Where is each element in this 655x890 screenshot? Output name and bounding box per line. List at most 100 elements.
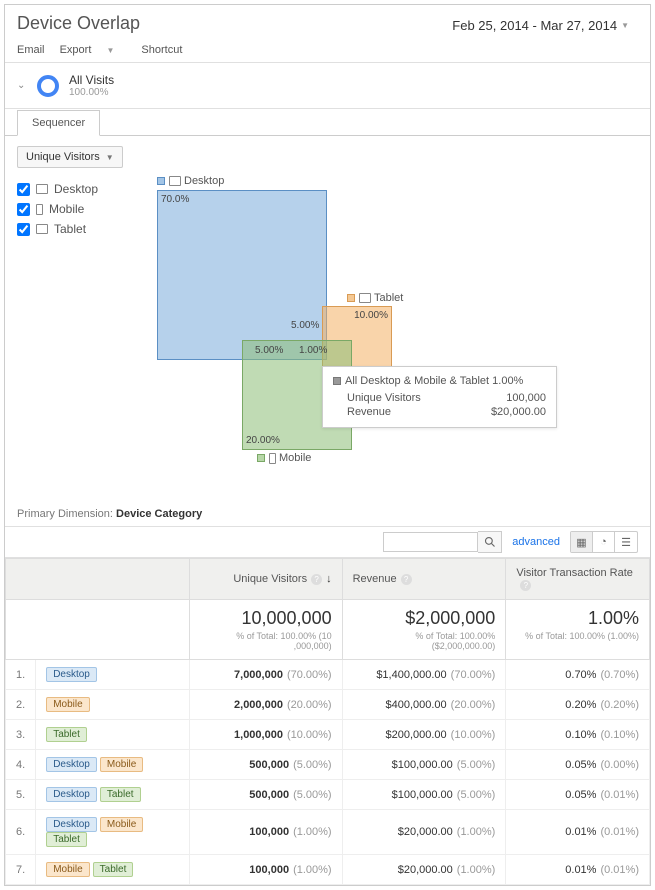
device-badge: Desktop [46,667,97,682]
help-icon[interactable]: ? [311,574,322,585]
sum-visitors-sub: % of Total: 100.00% (10 ,000,000) [200,631,331,651]
revenue-cell: $200,000.00(10.00%) [342,720,506,750]
desktop-icon [169,176,181,186]
segment-row: ⌄ All Visits 100.00% [5,63,650,109]
device-badge: Mobile [100,757,143,772]
device-badge: Mobile [100,817,143,832]
device-badge: Desktop [46,757,97,772]
legend-desktop[interactable]: Desktop [17,182,137,196]
segment-title: All Visits [69,73,114,87]
row-index: 3. [6,720,36,750]
device-badge: Mobile [46,862,89,877]
search-button[interactable] [478,531,502,553]
row-index: 2. [6,690,36,720]
visitors-cell: 2,000,000(20.00%) [190,690,342,720]
mobile-icon [36,204,43,215]
rate-cell: 0.01%(0.01%) [506,810,650,855]
venn-tooltip: All Desktop & Mobile & Tablet 1.00% Uniq… [322,366,557,428]
date-range-picker[interactable]: Feb 25, 2014 - Mar 27, 2014 ▼ [443,13,638,38]
legend-mobile[interactable]: Mobile [17,202,137,216]
overlap-dt-m-pct: 5.00% [255,345,283,356]
row-index: 6. [6,810,36,855]
view-pie-button[interactable]: ◔ [593,532,615,552]
desktop-icon [36,184,48,194]
shortcut-link[interactable]: Shortcut [141,44,182,56]
rate-cell: 0.05%(0.00%) [506,750,650,780]
overlap-all-pct: 1.00% [299,345,327,356]
tablet-box-label: Tablet [347,292,403,304]
rate-cell: 0.70%(0.70%) [506,660,650,690]
legend-mobile-checkbox[interactable] [17,203,30,216]
visitors-cell: 7,000,000(70.00%) [190,660,342,690]
col-unique-visitors[interactable]: Unique Visitors?↓ [190,559,342,600]
device-badge: Tablet [46,832,87,847]
square-icon [157,177,165,185]
col-revenue[interactable]: Revenue? [342,559,506,600]
row-index: 7. [6,855,36,885]
device-badge: Mobile [46,697,89,712]
tablet-pct: 10.00% [354,310,388,321]
tooltip-uv-value: 100,000 [506,392,546,404]
category-cell[interactable]: Tablet [36,720,190,750]
category-cell[interactable]: Mobile Tablet [36,855,190,885]
table-row: 7.MobileTablet100,000(1.00%)$20,000.00(1… [6,855,650,885]
visitors-cell: 500,000(5.00%) [190,750,342,780]
rate-cell: 0.01%(0.01%) [506,855,650,885]
mobile-box-label: Mobile [257,452,311,464]
metric-dropdown[interactable]: Unique Visitors ▼ [17,146,123,168]
view-toggle: ▦ ◔ ☰ [570,531,638,553]
row-index: 1. [6,660,36,690]
sum-revenue-sub: % of Total: 100.00% ($2,000,000.00) [353,631,496,651]
tooltip-uv-label: Unique Visitors [347,392,421,404]
row-index: 5. [6,780,36,810]
primary-dimension: Primary Dimension: Device Category [5,488,650,526]
tablet-icon [36,224,48,234]
search-input[interactable] [383,532,478,552]
view-list-button[interactable]: ☰ [615,532,637,552]
segment-percent: 100.00% [69,87,114,98]
category-cell[interactable]: Desktop [36,660,190,690]
table-row: 6.DesktopMobileTablet100,000(1.00%)$20,0… [6,810,650,855]
visitors-cell: 500,000(5.00%) [190,780,342,810]
visitors-cell: 100,000(1.00%) [190,810,342,855]
tooltip-rev-label: Revenue [347,406,391,418]
legend-tablet-checkbox[interactable] [17,223,30,236]
advanced-link[interactable]: advanced [512,536,560,548]
table-row: 3. Tablet 1,000,000(10.00%)$200,000.00(10.… [6,720,650,750]
legend-tablet[interactable]: Tablet [17,222,137,236]
tooltip-title: All Desktop & Mobile & Tablet 1.00% [345,375,523,387]
segment-expand-button[interactable]: ⌄ [17,80,37,91]
sum-visitors: 10,000,000 [242,608,332,628]
date-range-text: Feb 25, 2014 - Mar 27, 2014 [452,18,617,33]
visitors-cell: 1,000,000(10.00%) [190,720,342,750]
rate-cell: 0.20%(0.20%) [506,690,650,720]
sum-rate-sub: % of Total: 100.00% (1.00%) [516,631,639,641]
category-cell[interactable]: Mobile [36,690,190,720]
device-badge: Desktop [46,817,97,832]
email-link[interactable]: Email [17,44,45,56]
venn-box-desktop[interactable]: 70.0% [157,190,327,360]
category-cell[interactable]: DesktopTablet [36,780,190,810]
tab-sequencer[interactable]: Sequencer [17,110,100,136]
device-badge: Tablet [46,727,87,742]
sum-rate: 1.00% [588,608,639,628]
row-index: 4. [6,750,36,780]
category-cell[interactable]: DesktopMobile Tablet [36,810,190,855]
device-badge: Desktop [46,787,97,802]
help-icon[interactable]: ? [401,574,412,585]
chevron-down-icon: ▼ [106,46,114,55]
desktop-pct: 70.0% [161,194,189,205]
chevron-down-icon: ▼ [106,153,114,162]
legend-desktop-checkbox[interactable] [17,183,30,196]
tooltip-rev-value: $20,000.00 [491,406,546,418]
square-icon [347,294,355,302]
help-icon[interactable]: ? [520,580,531,591]
export-dropdown[interactable]: Export ▼ [60,44,127,56]
revenue-cell: $100,000.00(5.00%) [342,780,506,810]
device-badge: Tablet [93,862,134,877]
device-legend: Desktop Mobile Tablet [17,178,137,458]
view-table-button[interactable]: ▦ [571,532,593,552]
col-transaction-rate[interactable]: Visitor Transaction Rate? [506,559,650,600]
table-row: 5.DesktopTablet500,000(5.00%)$100,000.00… [6,780,650,810]
category-cell[interactable]: DesktopMobile [36,750,190,780]
